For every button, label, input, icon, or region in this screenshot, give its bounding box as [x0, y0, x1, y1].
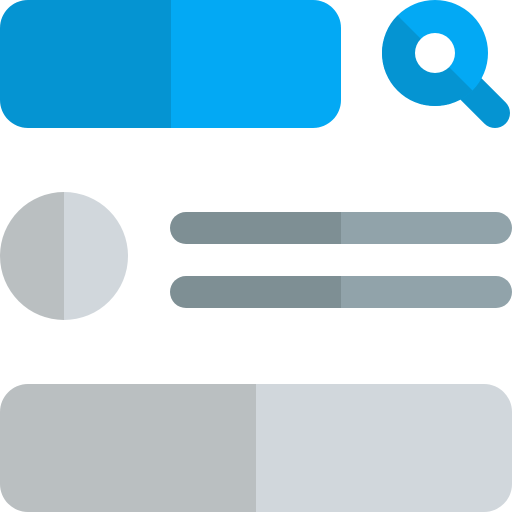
text-line-2-right [341, 276, 512, 308]
search-icon[interactable] [381, 0, 512, 130]
search-bar-left [0, 0, 171, 128]
avatar-left [0, 192, 64, 320]
text-line-2-left [170, 276, 341, 308]
text-line-1-right [341, 212, 512, 244]
text-line-2 [170, 276, 512, 308]
text-line-1 [170, 212, 512, 244]
avatar-right [64, 192, 128, 320]
wireframe-canvas [0, 0, 512, 512]
search-bar[interactable] [0, 0, 341, 128]
search-icon-glass [415, 33, 455, 73]
bottom-block-right [256, 384, 512, 512]
search-icon-svg [381, 0, 510, 128]
bottom-block-left [0, 384, 256, 512]
text-line-1-left [170, 212, 341, 244]
avatar [0, 192, 128, 320]
search-bar-right [171, 0, 341, 128]
bottom-block[interactable] [0, 384, 512, 512]
